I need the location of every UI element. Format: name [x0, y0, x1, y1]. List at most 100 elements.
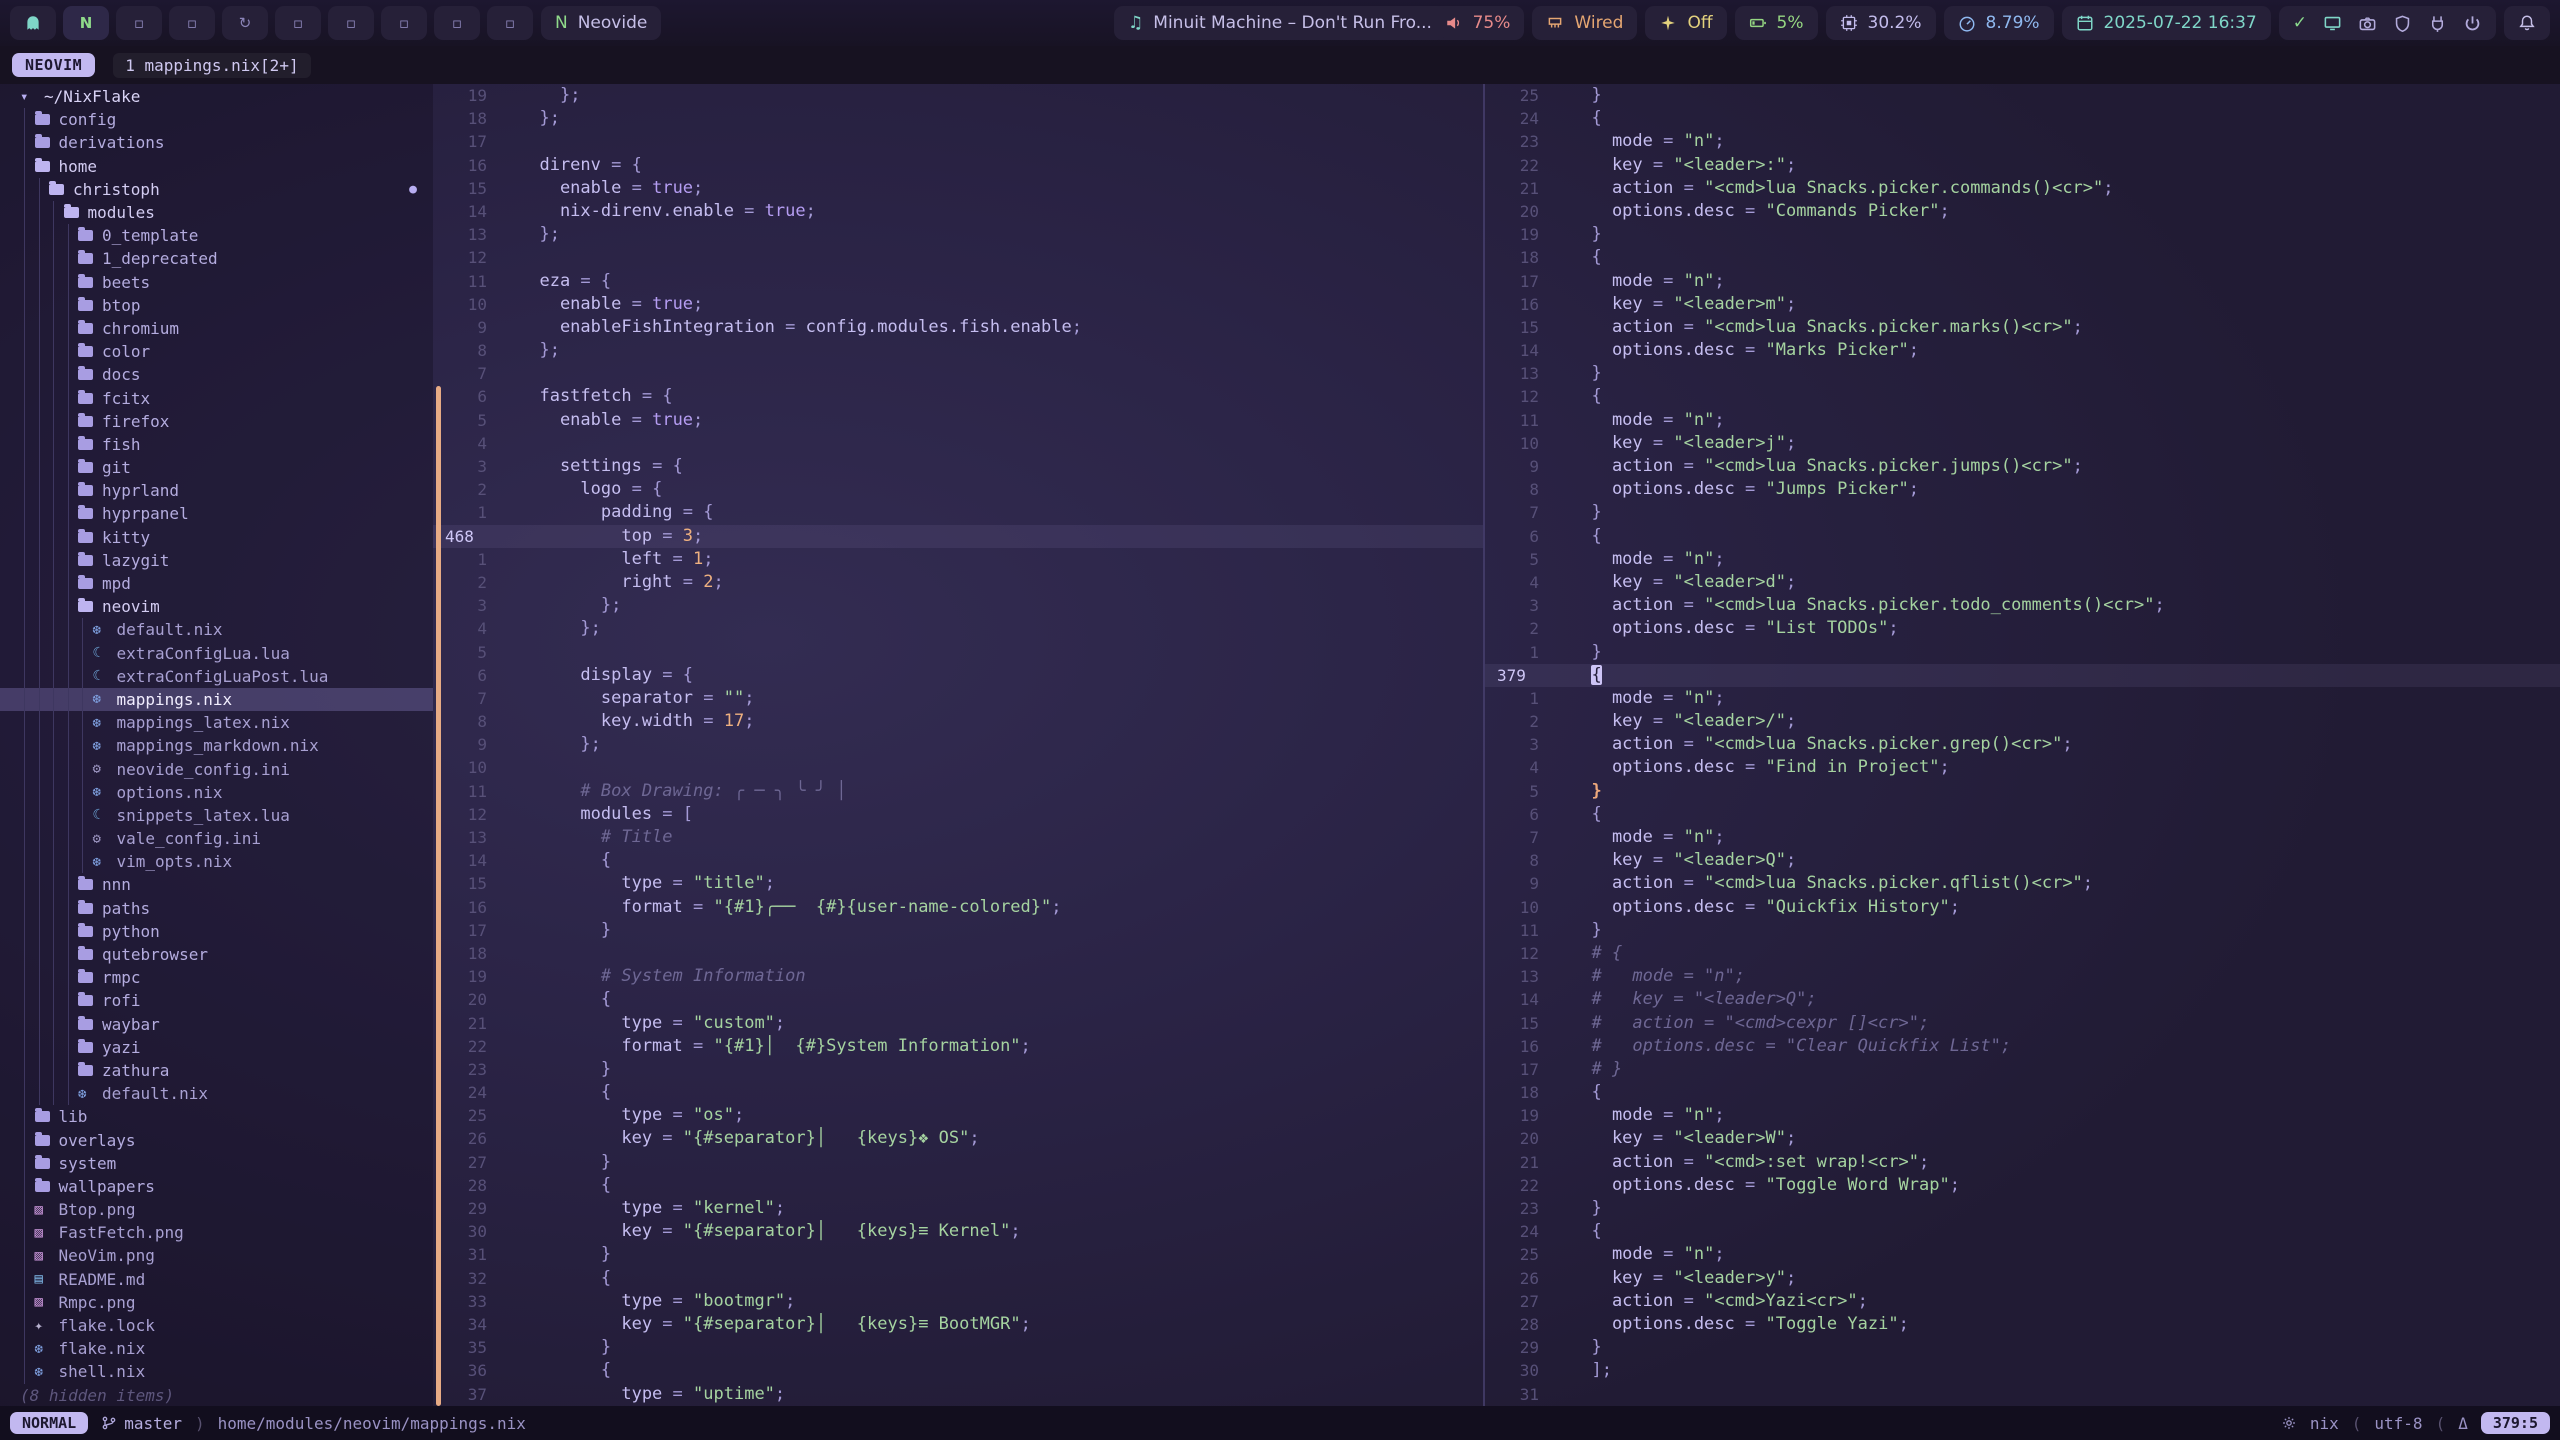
code-line[interactable]: 25 mode = "n"; [1485, 1243, 2560, 1266]
code-line[interactable]: 7 mode = "n"; [1485, 826, 2560, 849]
tree-item-flake-lock[interactable]: ✦flake.lock [0, 1314, 433, 1337]
code-line[interactable]: 12 modules = [ [433, 803, 1483, 826]
code-line[interactable]: 9 enableFishIntegration = config.modules… [433, 316, 1483, 339]
tree-item-derivations[interactable]: derivations [0, 131, 433, 154]
tree-item-readme-md[interactable]: ▤README.md [0, 1268, 433, 1291]
tree-item-system[interactable]: system [0, 1152, 433, 1175]
code-line[interactable]: 3 action = "<cmd>lua Snacks.picker.grep(… [1485, 733, 2560, 756]
tree-item-hyprpanel[interactable]: hyprpanel [0, 502, 433, 525]
code-line[interactable]: 14 options.desc = "Marks Picker"; [1485, 339, 2560, 362]
tree-item-1-deprecated[interactable]: 1_deprecated [0, 247, 433, 270]
tree-item-zathura[interactable]: zathura [0, 1059, 433, 1082]
code-line[interactable]: 8 key = "<leader>Q"; [1485, 849, 2560, 872]
code-line[interactable]: 15 # action = "<cmd>cexpr []<cr>"; [1485, 1012, 2560, 1035]
tree-item-fcitx[interactable]: fcitx [0, 386, 433, 409]
music-widget[interactable]: ♫ Minuit Machine – Don't Run Fro... [1114, 6, 1446, 40]
power-icon[interactable] [2463, 14, 2482, 33]
workspace-launcher[interactable] [10, 6, 56, 40]
code-line[interactable]: 20 key = "<leader>W"; [1485, 1127, 2560, 1150]
tree-item-modules[interactable]: modules [0, 201, 433, 224]
code-line[interactable]: 4 key = "<leader>d"; [1485, 571, 2560, 594]
code-line[interactable]: 6 display = { [433, 664, 1483, 687]
battery-widget[interactable]: 5% [1735, 6, 1818, 40]
code-line[interactable]: 10 enable = true; [433, 293, 1483, 316]
focused-window-widget[interactable]: N Neovide [541, 6, 661, 40]
code-line[interactable]: 20 { [433, 988, 1483, 1011]
code-line[interactable]: 6 fastfetch = { [433, 385, 1483, 408]
network-widget[interactable]: Wired [1532, 6, 1637, 40]
code-line[interactable]: 1 padding = { [433, 501, 1483, 524]
tab-mappings-nix[interactable]: 1 mappings.nix[2+] [113, 53, 310, 78]
tree-item-overlays[interactable]: overlays [0, 1128, 433, 1151]
code-line[interactable]: 468 top = 3; [433, 525, 1483, 548]
code-line[interactable]: 28 options.desc = "Toggle Yazi"; [1485, 1313, 2560, 1336]
tree-item-hyprland[interactable]: hyprland [0, 479, 433, 502]
code-line[interactable]: 24 { [433, 1081, 1483, 1104]
code-line[interactable]: 20 options.desc = "Commands Picker"; [1485, 200, 2560, 223]
code-line[interactable]: 13 # mode = "n"; [1485, 965, 2560, 988]
code-line[interactable]: 25 } [1485, 84, 2560, 107]
editor-pane-left[interactable]: 19 };18 };1716 direnv = {15 enable = tru… [433, 84, 1483, 1406]
tree-item-extraconfigluapost-lua[interactable]: ☾extraConfigLuaPost.lua [0, 665, 433, 688]
tree-item-home[interactable]: home [0, 155, 433, 178]
code-line[interactable]: 26 key = "<leader>y"; [1485, 1267, 2560, 1290]
code-line[interactable]: 15 enable = true; [433, 177, 1483, 200]
code-line[interactable]: 9 action = "<cmd>lua Snacks.picker.jumps… [1485, 455, 2560, 478]
code-line[interactable]: 14 nix-direnv.enable = true; [433, 200, 1483, 223]
code-line[interactable]: 35 } [433, 1336, 1483, 1359]
code-line[interactable]: 30 key = "{#separator}│ {keys}≡ Kernel"; [433, 1220, 1483, 1243]
shield-icon[interactable] [2393, 14, 2412, 33]
code-line[interactable]: 5 [433, 641, 1483, 664]
tree-item-kitty[interactable]: kitty [0, 526, 433, 549]
tree-item-color[interactable]: color [0, 340, 433, 363]
tree-item-btop[interactable]: btop [0, 294, 433, 317]
code-line[interactable]: 29 } [1485, 1336, 2560, 1359]
code-line[interactable]: 19 }; [433, 84, 1483, 107]
code-line[interactable]: 21 action = "<cmd>lua Snacks.picker.comm… [1485, 177, 2560, 200]
code-line[interactable]: 21 type = "custom"; [433, 1012, 1483, 1035]
tree-item-vim-opts-nix[interactable]: ❆vim_opts.nix [0, 850, 433, 873]
code-line[interactable]: 22 options.desc = "Toggle Word Wrap"; [1485, 1174, 2560, 1197]
code-line[interactable]: 37 type = "uptime"; [433, 1383, 1483, 1406]
code-line[interactable]: 11 mode = "n"; [1485, 409, 2560, 432]
code-line[interactable]: 24 { [1485, 107, 2560, 130]
code-line[interactable]: 19 mode = "n"; [1485, 1104, 2560, 1127]
tree-item-vale-config-ini[interactable]: ⚙vale_config.ini [0, 827, 433, 850]
notifications-widget[interactable] [2504, 6, 2550, 40]
code-line[interactable]: 14 # key = "<leader>Q"; [1485, 988, 2560, 1011]
code-line[interactable]: 7 separator = ""; [433, 687, 1483, 710]
code-line[interactable]: 18 }; [433, 107, 1483, 130]
code-line[interactable]: 22 key = "<leader>:"; [1485, 154, 2560, 177]
code-line[interactable]: 16 key = "<leader>m"; [1485, 293, 2560, 316]
code-line[interactable]: 16 # options.desc = "Clear Quickfix List… [1485, 1035, 2560, 1058]
tree-item-neovide-config-ini[interactable]: ⚙neovide_config.ini [0, 757, 433, 780]
workspace-4[interactable]: ▫ [169, 6, 215, 40]
code-line[interactable]: 17 # } [1485, 1058, 2560, 1081]
code-line[interactable]: 9 action = "<cmd>lua Snacks.picker.qflis… [1485, 872, 2560, 895]
code-line[interactable]: 19 # System Information [433, 965, 1483, 988]
code-line[interactable]: 3 action = "<cmd>lua Snacks.picker.todo_… [1485, 594, 2560, 617]
code-line[interactable]: 4 [433, 432, 1483, 455]
code-line[interactable]: 1 } [1485, 641, 2560, 664]
code-line[interactable]: 19 } [1485, 223, 2560, 246]
workspace-5[interactable]: ↻ [222, 6, 268, 40]
tree-item-yazi[interactable]: yazi [0, 1036, 433, 1059]
tree-item-default-nix[interactable]: ❆default.nix [0, 1082, 433, 1105]
workspace-6[interactable]: ▫ [275, 6, 321, 40]
tree-item-shell-nix[interactable]: ❆shell.nix [0, 1360, 433, 1383]
tree-item-rmpc[interactable]: rmpc [0, 966, 433, 989]
code-line[interactable]: 12 # { [1485, 942, 2560, 965]
tree-item-default-nix[interactable]: ❆default.nix [0, 618, 433, 641]
code-line[interactable]: 16 format = "{#1}╭── {#}{user-name-color… [433, 896, 1483, 919]
tree-item-docs[interactable]: docs [0, 363, 433, 386]
tree-item-firefox[interactable]: firefox [0, 410, 433, 433]
code-line[interactable]: 5 mode = "n"; [1485, 548, 2560, 571]
workspace-8[interactable]: ▫ [381, 6, 427, 40]
code-line[interactable]: 13 # Title [433, 826, 1483, 849]
tree-item-8-hidden-items[interactable]: (8 hidden items) [0, 1384, 433, 1407]
tree-item-nnn[interactable]: nnn [0, 873, 433, 896]
code-line[interactable]: 33 type = "bootmgr"; [433, 1290, 1483, 1313]
file-explorer[interactable]: ▾~/NixFlakeconfigderivationshomechristop… [0, 84, 433, 1406]
tree-item-fastfetch-png[interactable]: ▨FastFetch.png [0, 1221, 433, 1244]
code-line[interactable]: 26 key = "{#separator}│ {keys}❖ OS"; [433, 1127, 1483, 1150]
